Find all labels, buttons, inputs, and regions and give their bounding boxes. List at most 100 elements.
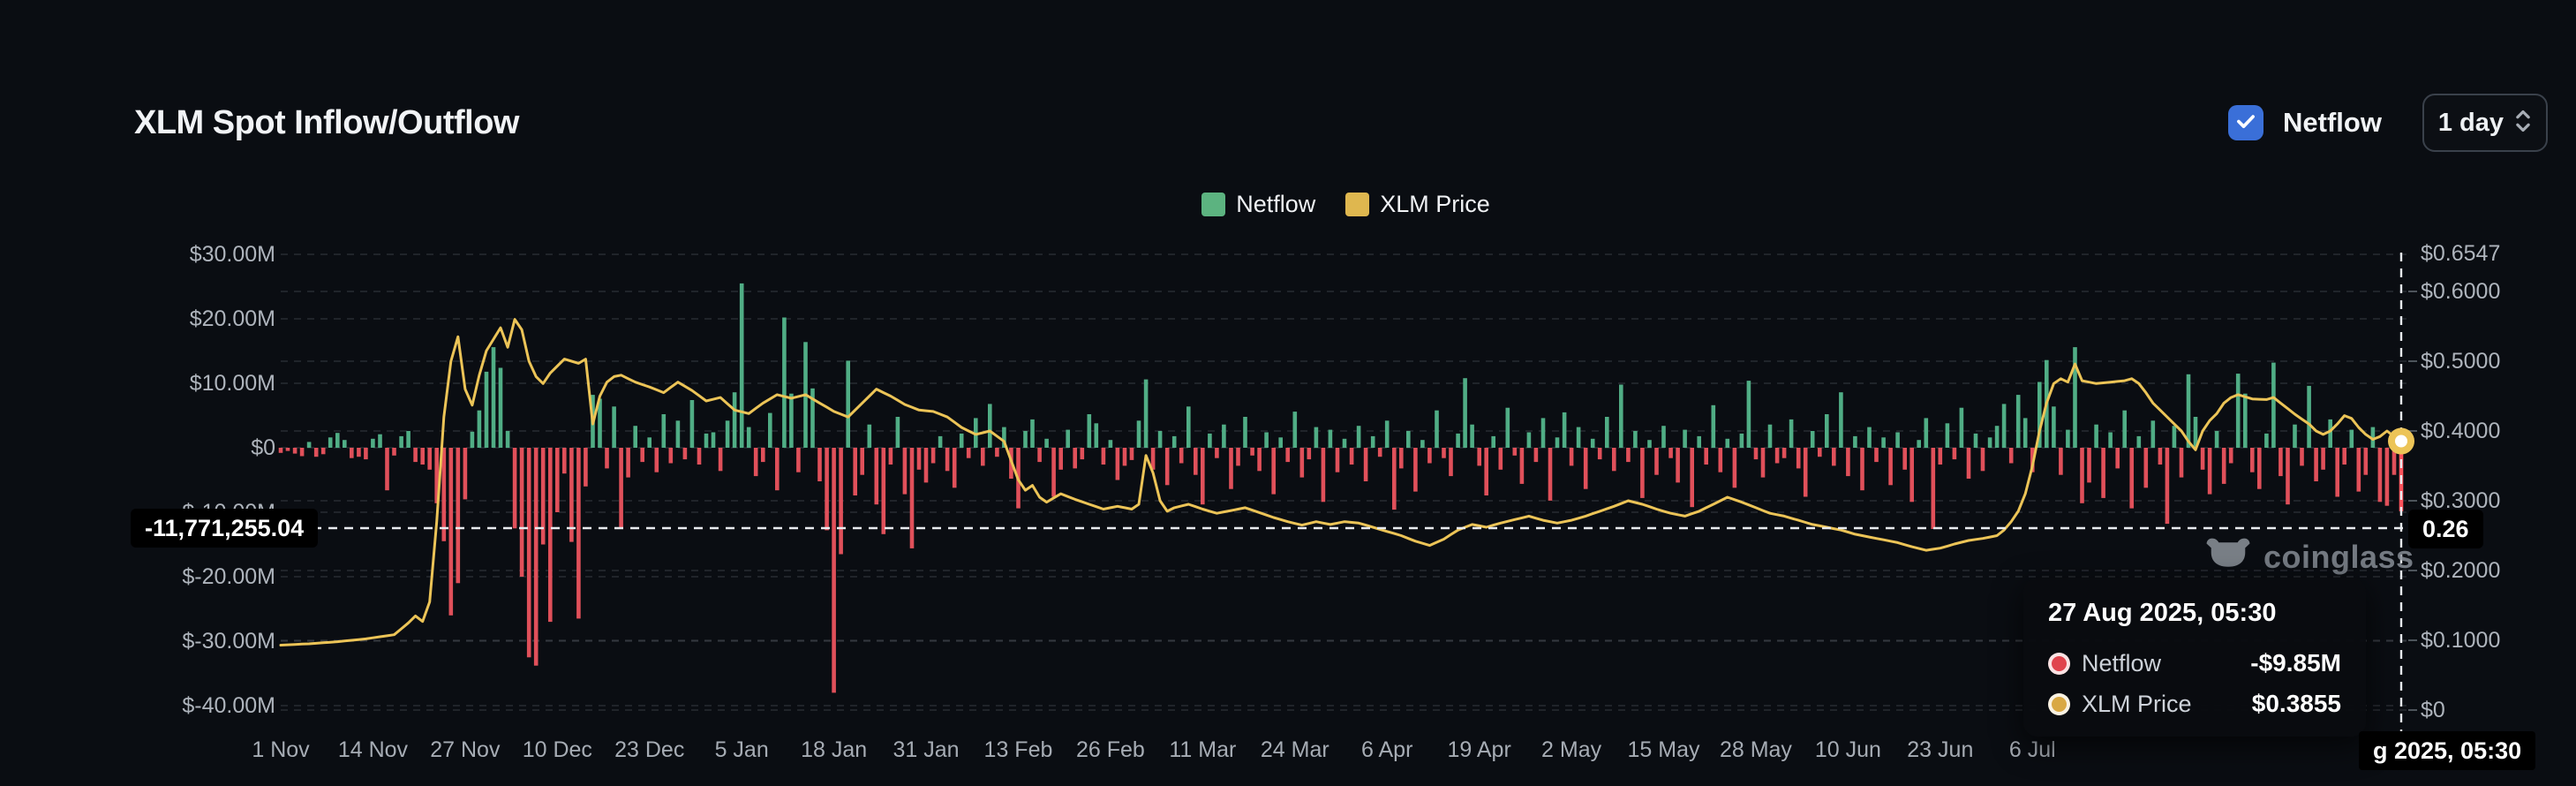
netflow-bar[interactable] [584,448,588,487]
netflow-bar[interactable] [2264,434,2269,448]
netflow-bar[interactable] [1733,448,1737,487]
netflow-bar[interactable] [1612,448,1616,471]
netflow-bar[interactable] [1088,414,1092,448]
netflow-bar[interactable] [1264,433,1269,449]
netflow-bar[interactable] [2378,448,2383,502]
netflow-bar[interactable] [506,431,510,448]
netflow-bar[interactable] [1811,431,1815,448]
netflow-bar[interactable] [2222,448,2226,484]
netflow-bar[interactable] [2180,448,2184,478]
netflow-bar[interactable] [619,448,623,528]
netflow-bar[interactable] [1584,448,1588,489]
netflow-bar[interactable] [1825,414,1829,448]
netflow-bar[interactable] [1023,431,1028,448]
netflow-bar[interactable] [2357,448,2361,492]
netflow-bar[interactable] [1577,427,1581,448]
netflow-bar[interactable] [1484,448,1488,495]
netflow-bar[interactable] [2208,448,2212,495]
netflow-bar[interactable] [1946,423,1950,448]
netflow-bar[interactable] [910,448,915,548]
netflow-bar[interactable] [534,448,539,666]
netflow-bar[interactable] [1527,433,1532,449]
netflow-bar[interactable] [704,434,709,448]
netflow-bar[interactable] [953,448,957,487]
netflow-bar[interactable] [775,448,780,490]
netflow-bar[interactable] [612,406,616,448]
netflow-bar[interactable] [1626,448,1631,462]
netflow-bar[interactable] [1846,448,1850,476]
netflow-bar[interactable] [1449,448,1453,476]
netflow-bar[interactable] [2201,448,2205,470]
netflow-bar[interactable] [1832,448,1836,465]
netflow-bar[interactable] [1081,448,1085,459]
netflow-bar[interactable] [1513,448,1518,456]
netflow-bar[interactable] [967,448,971,458]
netflow-bar[interactable] [527,448,531,657]
netflow-bar[interactable] [1123,448,1127,465]
netflow-bar[interactable] [1924,418,1929,448]
netflow-bar[interactable] [1967,448,1971,479]
netflow-bar[interactable] [492,347,496,448]
netflow-bar[interactable] [1939,448,1943,465]
netflow-bar[interactable] [1619,385,1623,449]
netflow-bar[interactable] [1761,448,1766,478]
netflow-bar[interactable] [1073,448,1077,468]
netflow-bar[interactable] [676,420,681,448]
netflow-bar[interactable] [1463,378,1467,448]
netflow-bar[interactable] [2300,448,2304,465]
netflow-bar[interactable] [782,318,787,449]
netflow-bar[interactable] [917,448,922,470]
netflow-bar[interactable] [2080,448,2084,503]
netflow-bar[interactable] [357,448,361,457]
netflow-bar[interactable] [1130,448,1134,460]
netflow-bar[interactable] [2335,448,2339,497]
netflow-bar[interactable] [633,426,637,448]
netflow-bar[interactable] [1399,448,1404,468]
netflow-bar[interactable] [719,448,723,471]
netflow-bar[interactable] [817,448,822,481]
netflow-bar[interactable] [1257,448,1262,471]
netflow-bar[interactable] [1343,439,1347,448]
netflow-bar[interactable] [471,432,475,448]
netflow-bar[interactable] [1406,431,1411,448]
netflow-bar[interactable] [1030,419,1035,448]
netflow-bar[interactable] [1357,426,1361,448]
netflow-bar[interactable] [1726,439,1730,448]
netflow-bar[interactable] [1470,425,1474,448]
netflow-bar[interactable] [2187,374,2191,448]
netflow-bar[interactable] [1633,431,1638,448]
netflow-bar[interactable] [1974,434,1978,448]
netflow-bar[interactable] [1605,417,1609,448]
netflow-bar[interactable] [1116,448,1120,480]
netflow-bar[interactable] [1712,405,1716,448]
netflow-bar[interactable] [1491,436,1495,448]
netflow-bar[interactable] [2278,448,2283,476]
netflow-bar[interactable] [2364,448,2369,475]
netflow-bar[interactable] [300,448,305,457]
netflow-bar[interactable] [1208,434,1212,448]
netflow-bar[interactable] [1179,448,1184,464]
netflow-bar[interactable] [1676,448,1680,482]
netflow-bar[interactable] [2236,374,2241,448]
netflow-bar[interactable] [2307,386,2311,448]
netflow-bar[interactable] [882,448,886,534]
netflow-bar[interactable] [825,448,829,530]
netflow-bar[interactable] [754,448,758,476]
netflow-bar[interactable] [2087,448,2091,482]
netflow-bar[interactable] [1322,448,1326,502]
netflow-bar[interactable] [1740,434,1744,448]
netflow-bar[interactable] [279,448,283,453]
netflow-bar[interactable] [740,283,744,448]
netflow-bar[interactable] [1988,437,1992,448]
netflow-bar[interactable] [293,448,298,454]
netflow-bar[interactable] [1789,419,1794,448]
netflow-bar[interactable] [1243,417,1247,448]
netflow-bar[interactable] [1818,448,1822,457]
netflow-bar[interactable] [335,433,340,448]
netflow-bar[interactable] [427,448,432,470]
netflow-bar[interactable] [1477,448,1481,465]
netflow-bar[interactable] [1555,437,1560,448]
netflow-bar[interactable] [860,448,864,475]
netflow-bar[interactable] [2342,448,2346,465]
netflow-bar[interactable] [1215,448,1219,458]
